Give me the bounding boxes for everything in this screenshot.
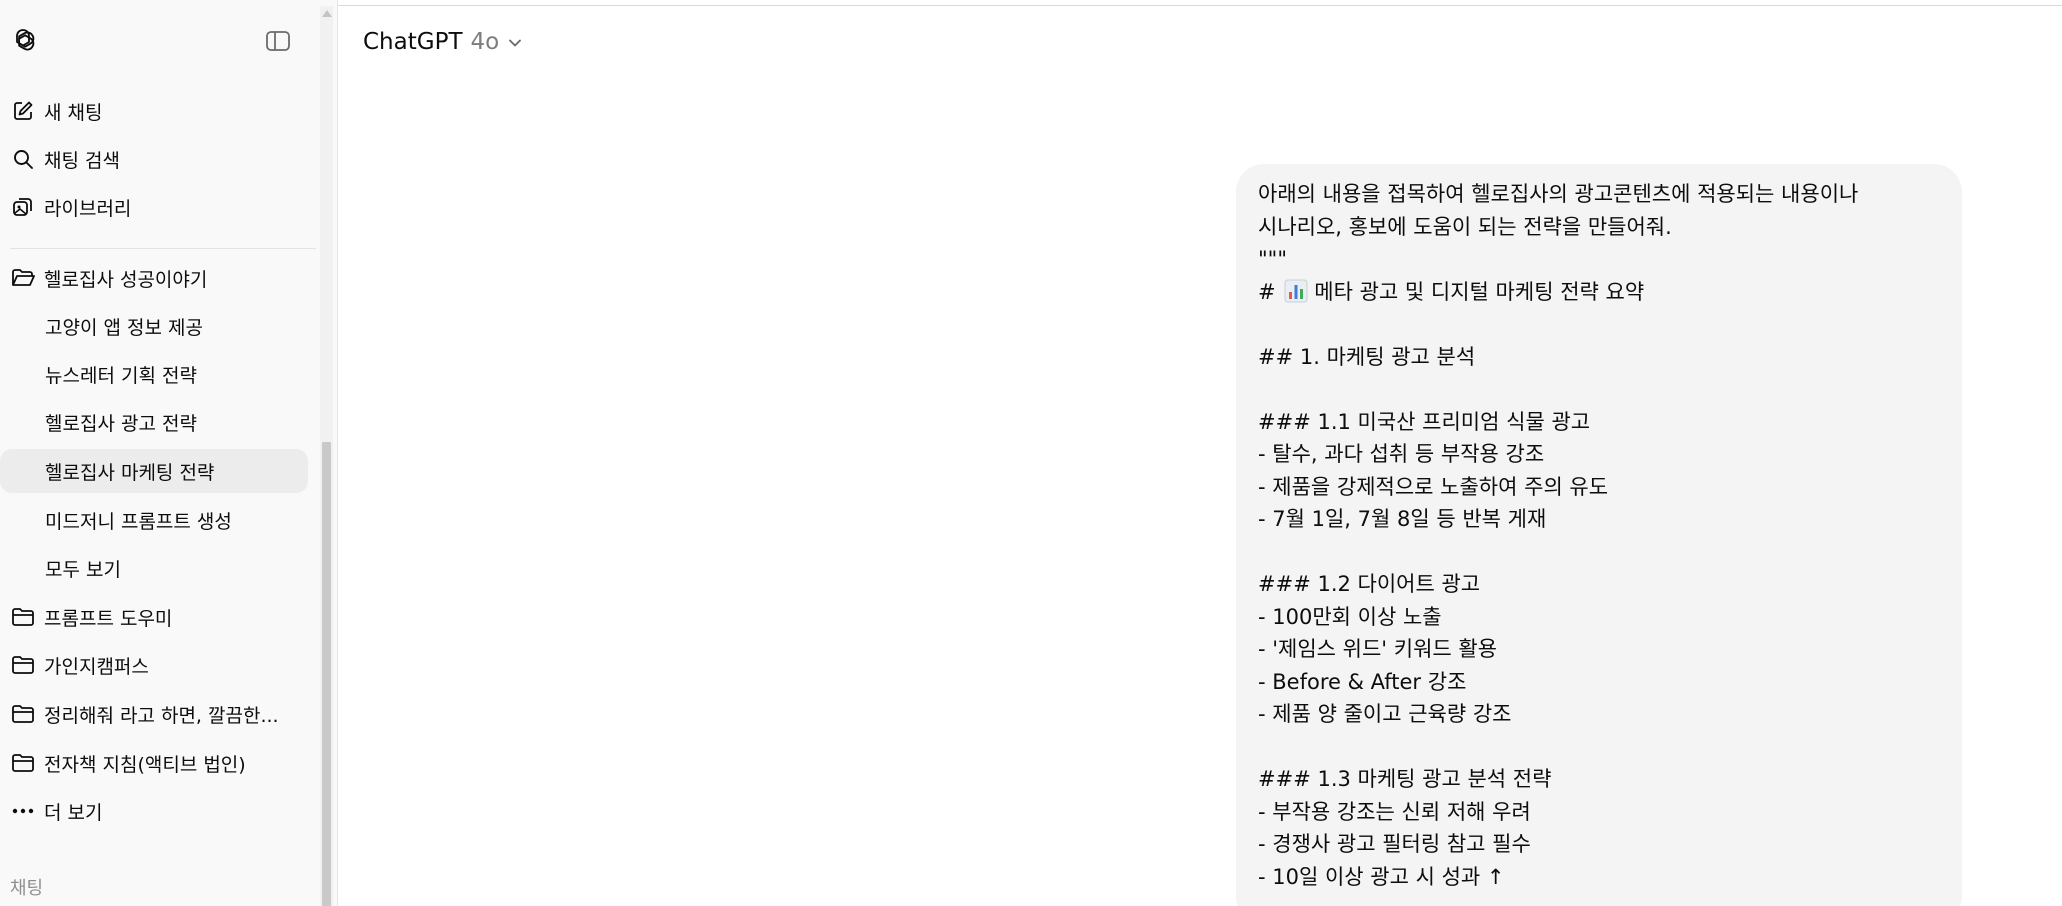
new-chat-label: 새 채팅 [44, 101, 103, 124]
sidebar-scroll-thumb[interactable] [322, 442, 331, 906]
chat-item-label: 고양이 앱 정보 제공 [45, 316, 203, 339]
message-line: - '제임스 위드' 키워드 활용 [1258, 637, 1498, 661]
sidebar: 새 채팅 채팅 검색 라이브러리 헬로집사 성공이야기 고양이 앱 정보 제공 … [0, 0, 338, 906]
more-button[interactable]: 더 보기 [0, 789, 308, 833]
sidebar-divider [10, 248, 316, 249]
message-line: """ [1258, 247, 1287, 271]
message-line: - 탈수, 과다 섭취 등 부작용 강조 [1258, 442, 1545, 466]
message-line: - Before & After 강조 [1258, 669, 1467, 694]
project-gainji-campus[interactable]: 가인지캠퍼스 [0, 643, 308, 687]
chat-item-active[interactable]: 헬로집사 마케팅 전략 [0, 449, 308, 493]
library-label: 라이브러리 [44, 197, 132, 220]
message-heading-line: # 메타 광고 및 디지털 마케팅 전략 요약 [1258, 276, 1958, 309]
sidebar-toggle-icon[interactable] [265, 29, 291, 53]
message-line: - 경쟁사 광고 필터링 참고 필수 [1258, 832, 1531, 856]
heading-text: 메타 광고 및 디지털 마케팅 전략 요약 [1314, 279, 1645, 304]
project-label: 정리해줘 라고 하면, 깔끔한... [44, 704, 279, 727]
bar-chart-emoji-icon [1284, 279, 1308, 303]
message-line: - 10일 이상 광고 시 성과 ↑ [1258, 864, 1505, 889]
see-all-link[interactable]: 모두 보기 [0, 546, 308, 590]
folder-icon [10, 604, 36, 630]
model-version: 4o [470, 29, 500, 55]
chats-section-label: 채팅 [10, 878, 44, 899]
message-line: ### 1.1 미국산 프리미엄 식물 광고 [1258, 409, 1591, 434]
chat-item-label: 뉴스레터 기획 전략 [45, 364, 197, 387]
message-line: 시나리오, 홍보에 도움이 되는 전략을 만들어줘. [1258, 214, 1672, 239]
folder-icon [10, 750, 36, 776]
project-organize[interactable]: 정리해줘 라고 하면, 깔끔한... [0, 692, 308, 736]
new-chat-icon [10, 98, 36, 124]
chat-item[interactable]: 고양이 앱 정보 제공 [0, 304, 308, 348]
chat-item-label: 미드저니 프롬프트 생성 [45, 510, 232, 533]
new-chat-button[interactable]: 새 채팅 [0, 89, 308, 133]
message-line: 아래의 내용을 접목하여 헬로집사의 광고콘텐츠에 적용되는 내용이나 [1258, 182, 1859, 206]
project-label: 프롬프트 도우미 [44, 607, 173, 630]
project-label: 헬로집사 성공이야기 [44, 268, 208, 291]
chat-item[interactable]: 미드저니 프롬프트 생성 [0, 498, 308, 542]
project-label: 전자책 지침(액티브 법인) [44, 753, 246, 776]
message-line: ## 1. 마케팅 광고 분석 [1258, 344, 1476, 369]
message-line: - 100만회 이상 노출 [1258, 604, 1442, 629]
chat-item-label: 헬로집사 광고 전략 [45, 412, 197, 435]
scroll-up-arrow-icon[interactable] [322, 10, 332, 17]
chat-item-label: 헬로집사 마케팅 전략 [45, 461, 215, 484]
folder-open-icon [10, 265, 36, 291]
chevron-down-icon [507, 29, 523, 55]
message-line: - 부작용 강조는 신뢰 저해 우려 [1258, 799, 1531, 824]
see-all-label: 모두 보기 [45, 558, 121, 581]
chat-item[interactable]: 헬로집사 광고 전략 [0, 400, 308, 444]
model-selector[interactable]: ChatGPT 4o [363, 24, 523, 60]
library-icon [10, 194, 36, 220]
search-chats-button[interactable]: 채팅 검색 [0, 137, 308, 181]
search-chats-label: 채팅 검색 [44, 149, 120, 172]
chatgpt-logo-icon[interactable] [8, 26, 38, 56]
message-line: - 제품을 강제적으로 노출하여 주의 유도 [1258, 474, 1609, 499]
message-line: ### 1.2 다이어트 광고 [1258, 572, 1481, 596]
message-line: - 7월 1일, 7월 8일 등 반복 게재 [1258, 507, 1547, 531]
project-ebook-guide[interactable]: 전자책 지침(액티브 법인) [0, 741, 308, 785]
more-icon [10, 798, 36, 824]
project-hellozipsa[interactable]: 헬로집사 성공이야기 [0, 256, 308, 300]
library-button[interactable]: 라이브러리 [0, 185, 308, 229]
model-name: ChatGPT [363, 29, 463, 55]
more-label: 더 보기 [44, 801, 103, 824]
chat-item[interactable]: 뉴스레터 기획 전략 [0, 352, 308, 396]
user-message-text: 아래의 내용을 접목하여 헬로집사의 광고콘텐츠에 적용되는 내용이나 시나리오… [1258, 178, 1958, 893]
folder-icon [10, 652, 36, 678]
project-prompt-helper[interactable]: 프롬프트 도우미 [0, 595, 308, 639]
message-line: ### 1.3 마케팅 광고 분석 전략 [1258, 767, 1552, 791]
message-line: - 제품 양 줄이고 근육량 강조 [1258, 702, 1512, 726]
search-icon [10, 146, 36, 172]
folder-icon [10, 701, 36, 727]
project-label: 가인지캠퍼스 [44, 655, 149, 678]
heading-marker: # [1258, 279, 1276, 304]
